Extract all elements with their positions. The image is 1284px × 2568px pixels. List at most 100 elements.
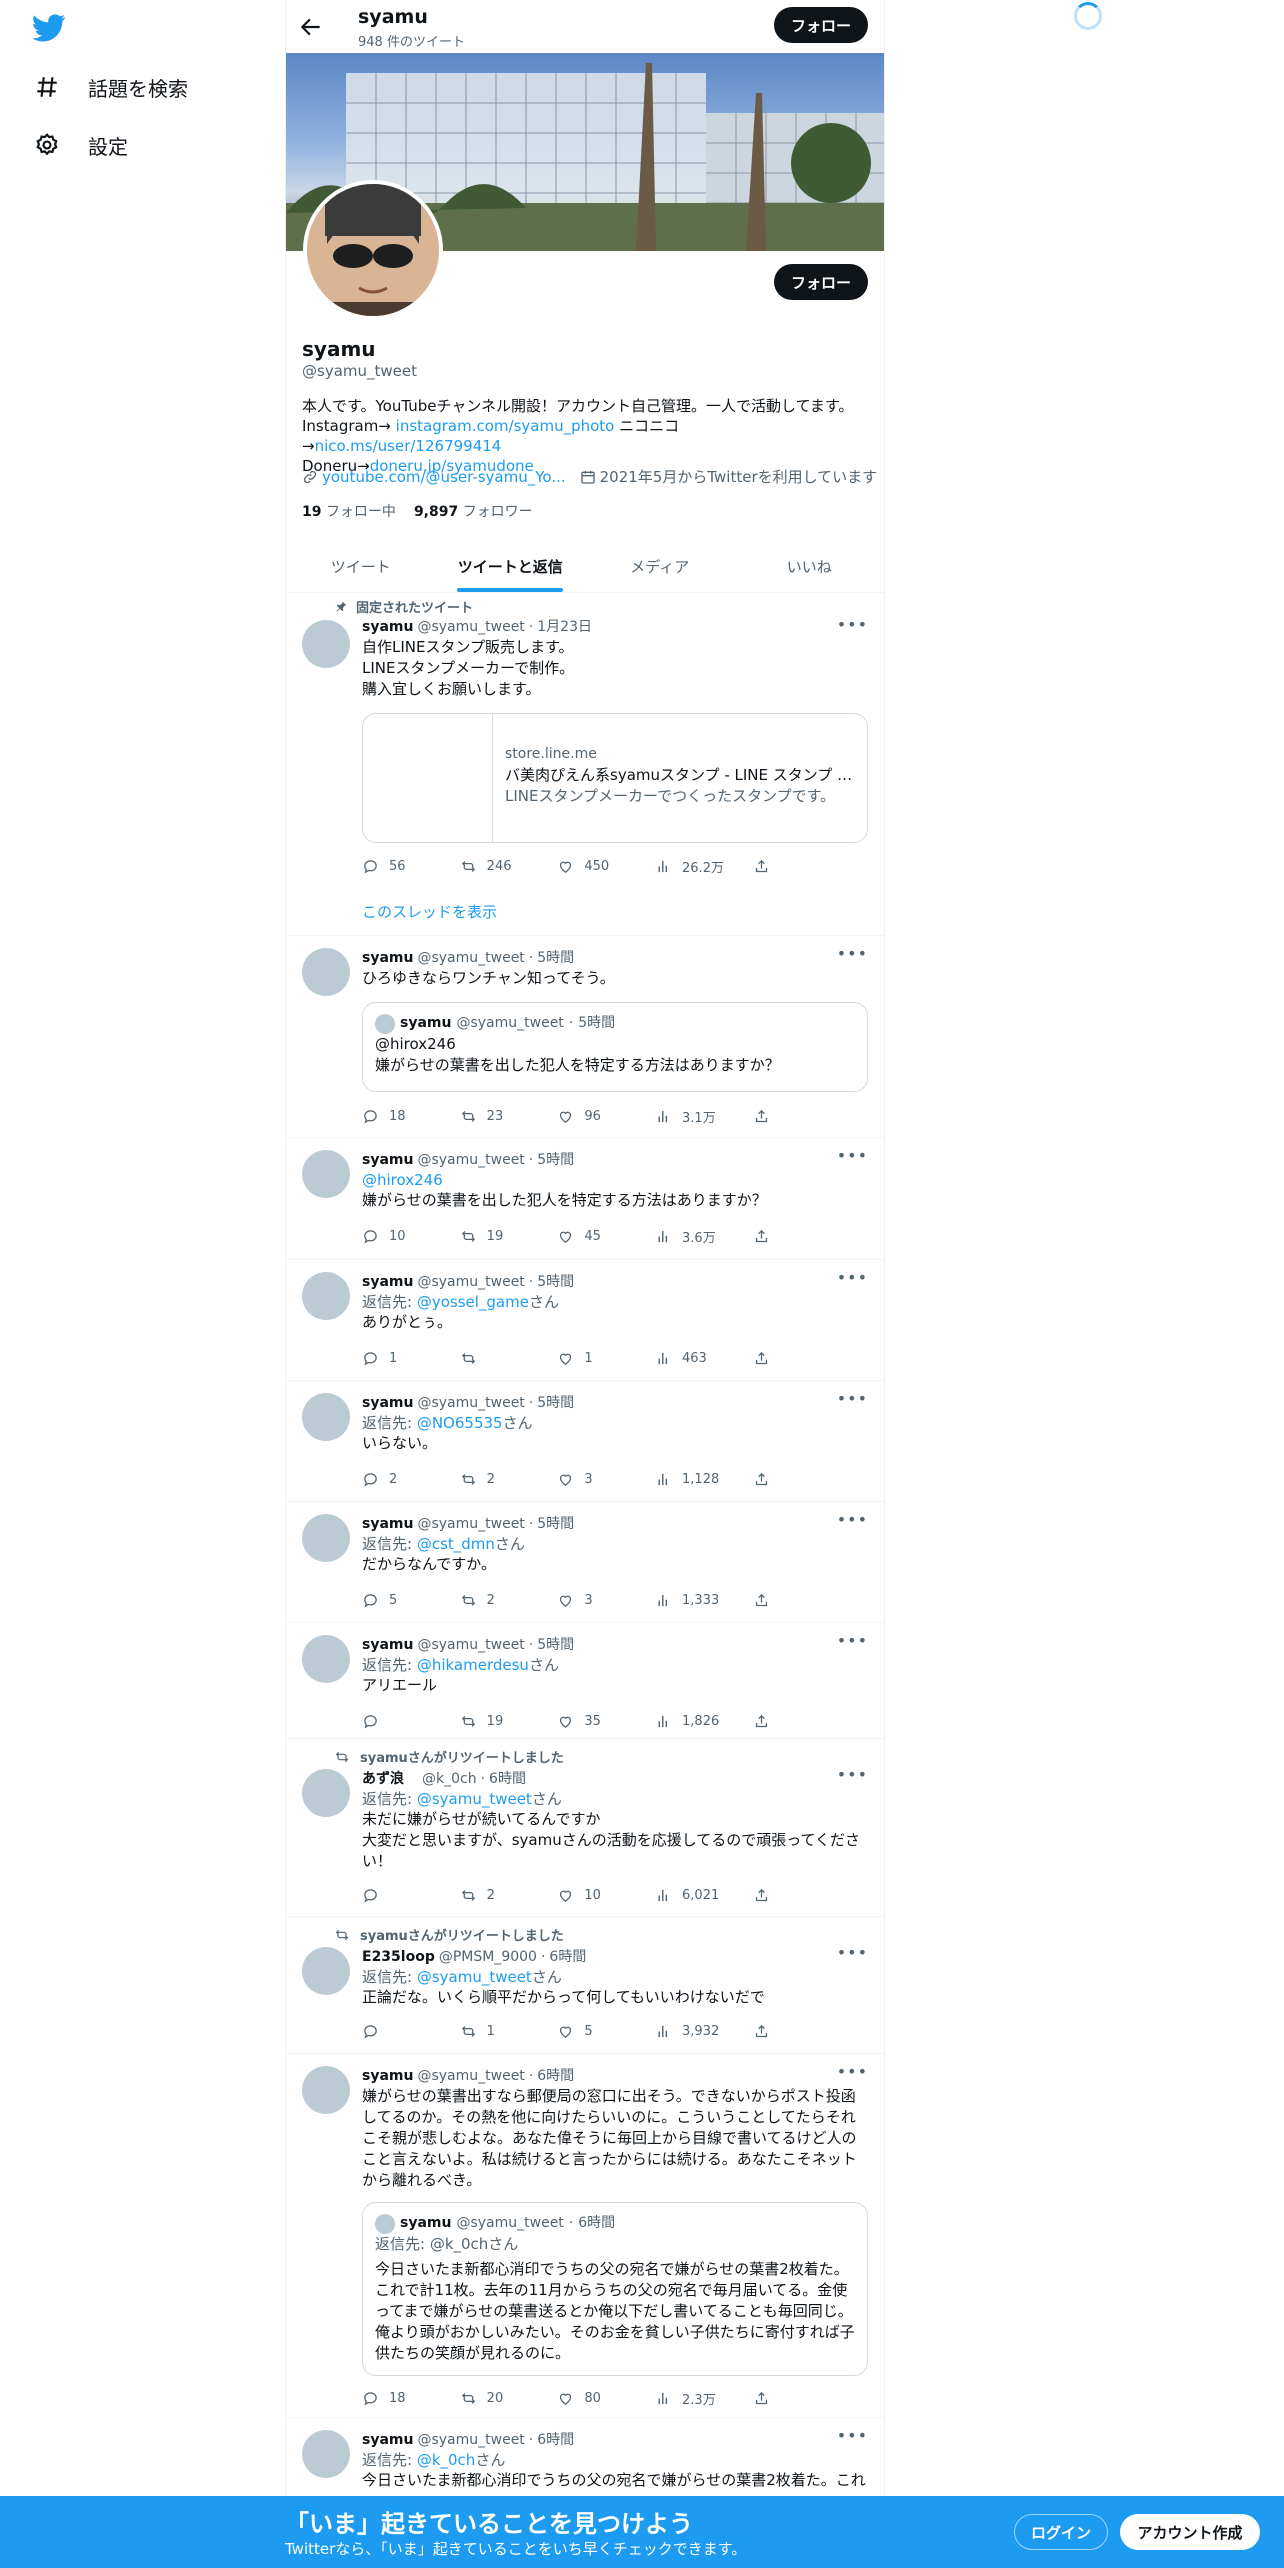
tweet-avatar[interactable]: [302, 2430, 350, 2478]
views-button[interactable]: 3.1万: [655, 1106, 753, 1126]
share-button[interactable]: [753, 1226, 782, 1246]
share-button[interactable]: [753, 1590, 782, 1610]
tweet-author-name[interactable]: syamu: [362, 1514, 413, 1534]
reply-to-link[interactable]: @syamu_tweet: [417, 1790, 532, 1808]
reply-to-link[interactable]: @syamu_tweet: [417, 1968, 532, 1986]
tweet-time[interactable]: 6時間: [537, 2066, 574, 2086]
reply-button[interactable]: 10: [362, 1226, 460, 1246]
tweet-avatar[interactable]: [302, 2066, 350, 2114]
header-follow-button[interactable]: フォロー: [774, 7, 868, 43]
tweet-author-name[interactable]: syamu: [362, 1150, 413, 1170]
profile-follow-button[interactable]: フォロー: [774, 264, 868, 300]
retweet-button[interactable]: 2: [460, 1885, 558, 1905]
reply-button[interactable]: [362, 1711, 460, 1731]
tweet-author-handle[interactable]: @syamu_tweet: [417, 1514, 524, 1534]
like-button[interactable]: 1: [557, 1348, 655, 1368]
bio-nico-link[interactable]: nico.ms/user/126799414: [315, 437, 502, 455]
views-button[interactable]: 3,932: [655, 2021, 753, 2041]
reply-button[interactable]: [362, 1885, 460, 1905]
retweet-button[interactable]: 19: [460, 1226, 558, 1246]
tab-media[interactable]: メディア: [585, 540, 735, 592]
tweet-avatar[interactable]: [302, 1769, 350, 1817]
tweet-author-handle[interactable]: @syamu_tweet: [417, 948, 524, 968]
share-button[interactable]: [753, 1469, 782, 1489]
like-button[interactable]: 10: [557, 1885, 655, 1905]
profile-website-link[interactable]: youtube.com/@user-syamu_Yo...: [322, 468, 566, 486]
tab-tweets[interactable]: ツイート: [286, 540, 436, 592]
tweet-time[interactable]: 5時間: [537, 1272, 574, 1292]
retweet-button[interactable]: 20: [460, 2388, 558, 2408]
tweet-item[interactable]: ••• syamu @syamu_tweet · 5時間 ひろゆきならワンチャン知って…: [286, 936, 884, 1138]
like-button[interactable]: 80: [557, 2388, 655, 2408]
tweet-author-name[interactable]: syamu: [362, 2430, 413, 2450]
reply-to-link[interactable]: @k_0ch: [417, 2451, 475, 2469]
tweet-avatar[interactable]: [302, 620, 350, 668]
tweet-item[interactable]: ••• syamu @syamu_tweet · 5時間 返信先: @hikamerd…: [286, 1623, 884, 1739]
quoted-tweet[interactable]: syamu @syamu_tweet · 6時間 返信先: @k_0chさん 今日さい…: [362, 2202, 868, 2376]
reply-button[interactable]: 18: [362, 2388, 460, 2408]
tweet-author-name[interactable]: あず浪: [362, 1769, 404, 1789]
bio-instagram-link[interactable]: instagram.com/syamu_photo: [396, 417, 615, 435]
views-button[interactable]: 1,333: [655, 1590, 753, 1610]
reply-to-link[interactable]: @NO65535: [417, 1414, 503, 1432]
tweet-author-handle[interactable]: @syamu_tweet: [417, 1272, 524, 1292]
link-card[interactable]: store.line.me バ美肉ぴえん系syamuスタンプ - LINE スタ…: [362, 713, 868, 843]
views-button[interactable]: 1,826: [655, 1711, 753, 1731]
tweet-item[interactable]: syamuさんがリツイートしました ••• E235loop @PMSM_9000…: [286, 1917, 884, 2054]
tweet-time[interactable]: 5時間: [537, 1514, 574, 1534]
views-button[interactable]: 463: [655, 1348, 753, 1368]
tweet-author-handle[interactable]: @syamu_tweet: [417, 1635, 524, 1655]
tweet-avatar[interactable]: [302, 1150, 350, 1198]
views-button[interactable]: 2.3万: [655, 2388, 753, 2408]
followers-link[interactable]: 9,897 フォロワー: [414, 501, 533, 521]
like-button[interactable]: 96: [557, 1106, 655, 1126]
tweet-mention[interactable]: @hirox246: [362, 1170, 868, 1190]
views-button[interactable]: 26.2万: [655, 856, 753, 876]
tweet-author-name[interactable]: E235loop: [362, 1947, 435, 1967]
nav-settings[interactable]: 設定: [34, 125, 128, 165]
like-button[interactable]: 5: [557, 2021, 655, 2041]
tweet-time[interactable]: 5時間: [537, 948, 574, 968]
like-button[interactable]: 3: [557, 1469, 655, 1489]
tweet-item[interactable]: ••• syamu @syamu_tweet · 5時間 @hirox246 嫌がらせ…: [286, 1138, 884, 1260]
reply-button[interactable]: 1: [362, 1348, 460, 1368]
reply-button[interactable]: 5: [362, 1590, 460, 1610]
reply-button[interactable]: 2: [362, 1469, 460, 1489]
reply-button[interactable]: 56: [362, 856, 460, 876]
profile-avatar[interactable]: [303, 180, 443, 320]
tweet-avatar[interactable]: [302, 1272, 350, 1320]
tweet-time[interactable]: 6時間: [549, 1947, 586, 1967]
reply-button[interactable]: [362, 2021, 460, 2041]
like-button[interactable]: 450: [557, 856, 655, 876]
share-button[interactable]: [753, 1106, 782, 1126]
show-thread-link[interactable]: このスレッドを表示: [362, 901, 497, 922]
reply-to-link[interactable]: @yossel_game: [417, 1293, 529, 1311]
tweet-author-handle[interactable]: @syamu_tweet: [417, 617, 524, 637]
tweet-author-name[interactable]: syamu: [362, 1272, 413, 1292]
reply-button[interactable]: 18: [362, 1106, 460, 1126]
signup-button[interactable]: アカウント作成: [1120, 2514, 1260, 2550]
tweet-avatar[interactable]: [302, 1514, 350, 1562]
tweet-avatar[interactable]: [302, 1947, 350, 1995]
retweet-button[interactable]: 2: [460, 1469, 558, 1489]
views-button[interactable]: 6,021: [655, 1885, 753, 1905]
tweet-item[interactable]: ••• syamu @syamu_tweet · 5時間 返信先: @yossel_g…: [286, 1260, 884, 1381]
share-button[interactable]: [753, 856, 782, 876]
tweet-avatar[interactable]: [302, 1393, 350, 1441]
following-link[interactable]: 19 フォロー中: [302, 501, 396, 521]
share-button[interactable]: [753, 1348, 782, 1368]
tweet-time[interactable]: 5時間: [537, 1393, 574, 1413]
tweet-author-handle[interactable]: @syamu_tweet: [417, 1393, 524, 1413]
views-button[interactable]: 3.6万: [655, 1226, 753, 1246]
tweet-avatar[interactable]: [302, 948, 350, 996]
like-button[interactable]: 35: [557, 1711, 655, 1731]
tweet-item[interactable]: syamuさんがリツイートしました ••• あず浪 @k_0ch · 6時間 返信先:…: [286, 1739, 884, 1917]
tweet-author-name[interactable]: syamu: [362, 1393, 413, 1413]
tweet-time[interactable]: 5時間: [537, 1150, 574, 1170]
views-button[interactable]: 1,128: [655, 1469, 753, 1489]
reply-to-link[interactable]: @cst_dmn: [417, 1535, 495, 1553]
login-button[interactable]: ログイン: [1014, 2514, 1108, 2550]
tweet-avatar[interactable]: [302, 1635, 350, 1683]
tweet-item[interactable]: ••• syamu @syamu_tweet · 5時間 返信先: @cst_dmnさ…: [286, 1502, 884, 1623]
like-button[interactable]: 45: [557, 1226, 655, 1246]
